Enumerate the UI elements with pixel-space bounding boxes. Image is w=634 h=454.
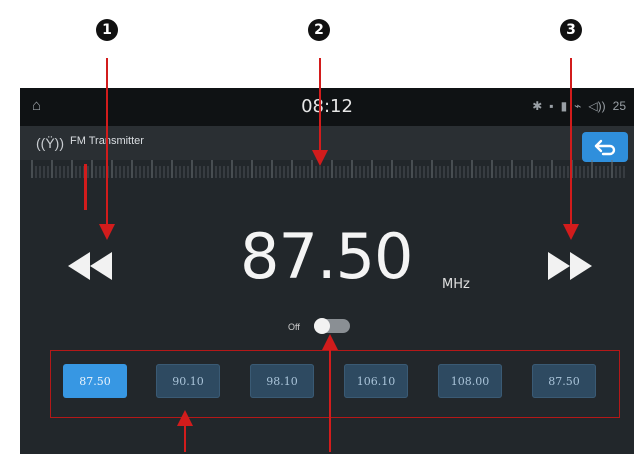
callout-arrows bbox=[99, 58, 579, 452]
